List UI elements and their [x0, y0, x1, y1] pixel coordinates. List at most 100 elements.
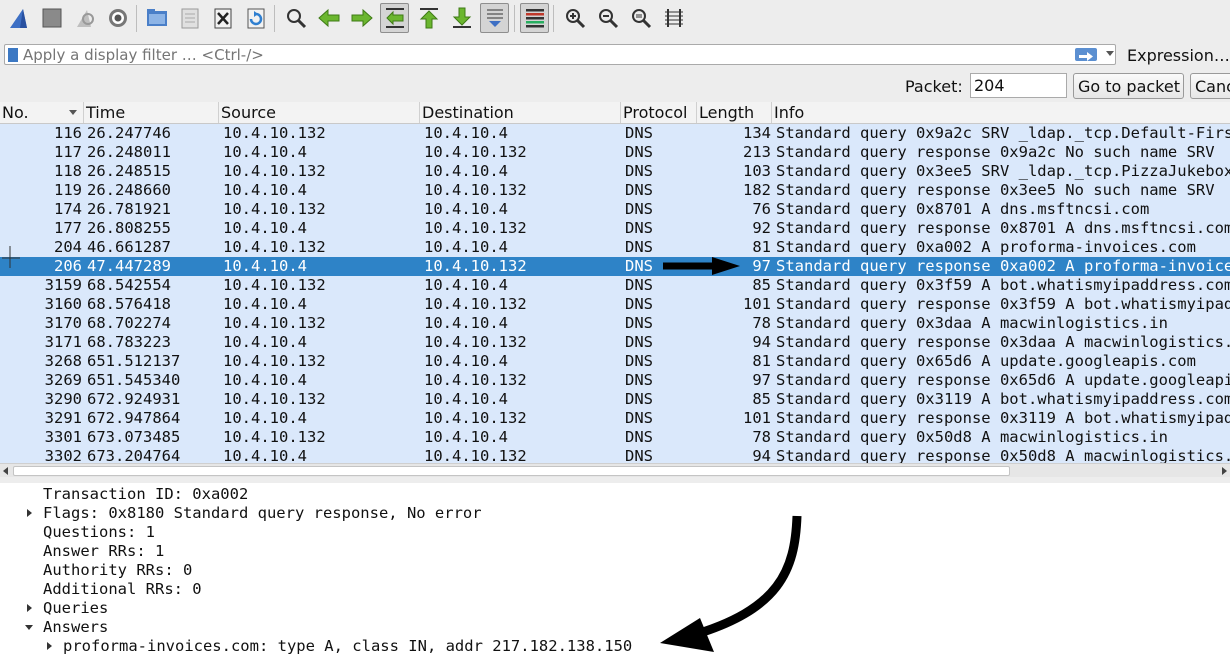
save-file-icon[interactable]: [175, 3, 204, 33]
expression-button[interactable]: Expression…: [1127, 46, 1230, 65]
table-row[interactable]: 116 26.247746 10.4.10.132 10.4.10.4 DNS 134 St…: [0, 124, 1230, 143]
display-filter-input[interactable]: [23, 45, 1073, 64]
normal-size-icon[interactable]: [626, 3, 655, 33]
cell-dst: 10.4.10.132: [424, 219, 527, 237]
cell-info: Standard query response 0x3f59 A bot.wha…: [776, 295, 1230, 313]
cell-no: 3268: [44, 352, 82, 370]
cell-src: 10.4.10.132: [223, 162, 326, 180]
go-to-packet-button[interactable]: Go to packet: [1073, 73, 1184, 99]
cell-proto: DNS: [625, 200, 653, 218]
cell-len: 78: [752, 314, 771, 332]
scrollbar-thumb[interactable]: [13, 466, 1010, 476]
capture-options-icon[interactable]: [103, 3, 132, 33]
table-row[interactable]: 204 46.661287 10.4.10.132 10.4.10.4 DNS 81 Sta…: [0, 238, 1230, 257]
find-packet-icon[interactable]: [281, 3, 310, 33]
detail-tree-item[interactable]: proforma-invoices.com: type A, class IN,…: [63, 637, 632, 656]
cell-no: 3170: [44, 314, 82, 332]
scroll-right-icon[interactable]: [1222, 467, 1227, 475]
cell-src: 10.4.10.132: [223, 276, 326, 294]
expand-right-icon[interactable]: [27, 509, 32, 517]
column-header-time[interactable]: Time: [84, 102, 219, 123]
table-row-selected[interactable]: 206 47.447289 10.4.10.4 10.4.10.132 DNS 97 Sta…: [0, 257, 1230, 276]
cell-info: Standard query response 0x8701 A dns.msf…: [776, 219, 1230, 237]
cell-time: 672.947864: [87, 409, 181, 427]
cell-len: 97: [752, 257, 771, 275]
apply-filter-icon[interactable]: [1075, 48, 1097, 61]
cell-time: 26.248515: [87, 162, 171, 180]
detail-tree-item[interactable]: Answer RRs: 1: [43, 542, 164, 561]
detail-tree-item[interactable]: Additional RRs: 0: [43, 580, 202, 599]
cancel-button[interactable]: Cancel: [1190, 73, 1230, 99]
expand-right-icon[interactable]: [27, 604, 32, 612]
cell-src: 10.4.10.132: [223, 314, 326, 332]
go-back-icon[interactable]: [314, 3, 343, 33]
last-packet-icon[interactable]: [447, 3, 476, 33]
column-header-info[interactable]: Info: [772, 102, 1230, 123]
packet-number-input[interactable]: [970, 73, 1067, 98]
detail-tree-item[interactable]: Transaction ID: 0xa002: [43, 485, 248, 504]
cell-proto: DNS: [625, 409, 653, 427]
expand-down-icon[interactable]: [25, 625, 33, 630]
table-row[interactable]: 3268 651.512137 10.4.10.132 10.4.10.4 DNS 81 S…: [0, 352, 1230, 371]
expand-right-icon[interactable]: [47, 642, 52, 650]
display-filter-field[interactable]: [4, 44, 1116, 65]
filter-history-dropdown-icon[interactable]: [1106, 51, 1114, 56]
cell-src: 10.4.10.132: [223, 200, 326, 218]
zoom-in-icon[interactable]: [560, 3, 589, 33]
go-forward-icon[interactable]: [347, 3, 376, 33]
table-row[interactable]: 3159 68.542554 10.4.10.132 10.4.10.4 DNS 85 St…: [0, 276, 1230, 295]
table-row[interactable]: 3301 673.073485 10.4.10.132 10.4.10.4 DNS 78 S…: [0, 428, 1230, 447]
cell-time: 68.542554: [87, 276, 171, 294]
cell-info: Standard query 0x9a2c SRV _ldap._tcp.Def…: [776, 124, 1230, 142]
column-header-destination[interactable]: Destination: [420, 102, 621, 123]
close-file-icon[interactable]: [208, 3, 237, 33]
cell-len: 101: [743, 409, 771, 427]
first-packet-icon[interactable]: [414, 3, 443, 33]
detail-tree-item[interactable]: Authority RRs: 0: [43, 561, 192, 580]
column-header-protocol[interactable]: Protocol: [621, 102, 697, 123]
cell-proto: DNS: [625, 314, 653, 332]
table-row[interactable]: 3160 68.576418 10.4.10.4 10.4.10.132 DNS 101 S…: [0, 295, 1230, 314]
table-row[interactable]: 3291 672.947864 10.4.10.4 10.4.10.132 DNS 101…: [0, 409, 1230, 428]
table-row[interactable]: 3171 68.783223 10.4.10.4 10.4.10.132 DNS 94 St…: [0, 333, 1230, 352]
cell-len: 85: [752, 276, 771, 294]
cell-info: Standard query 0x3119 A bot.whatismyipad…: [776, 390, 1230, 408]
table-row[interactable]: 3170 68.702274 10.4.10.132 10.4.10.4 DNS 78 St…: [0, 314, 1230, 333]
zoom-out-icon[interactable]: [593, 3, 622, 33]
cell-no: 177: [54, 219, 82, 237]
cell-len: 94: [752, 333, 771, 351]
cell-src: 10.4.10.4: [223, 333, 307, 351]
scroll-left-icon[interactable]: [3, 467, 8, 475]
table-row[interactable]: 174 26.781921 10.4.10.132 10.4.10.4 DNS 76 Sta…: [0, 200, 1230, 219]
bookmark-icon[interactable]: [8, 48, 18, 62]
auto-scroll-icon[interactable]: [480, 3, 509, 33]
resize-columns-icon[interactable]: [659, 3, 688, 33]
table-row[interactable]: 117 26.248011 10.4.10.4 10.4.10.132 DNS 213 St…: [0, 143, 1230, 162]
cell-info: Standard query response 0x3daa A macwinl…: [776, 333, 1230, 351]
detail-tree-item[interactable]: Flags: 0x8180 Standard query response, N…: [43, 504, 482, 523]
open-file-icon[interactable]: [142, 3, 171, 33]
cell-proto: DNS: [625, 143, 653, 161]
detail-tree-item[interactable]: Answers: [43, 618, 108, 637]
detail-tree-item[interactable]: Questions: 1: [43, 523, 155, 542]
column-header-source[interactable]: Source: [219, 102, 420, 123]
column-header-length[interactable]: Length: [697, 102, 772, 123]
restart-capture-icon[interactable]: [70, 3, 99, 33]
horizontal-scrollbar[interactable]: [0, 463, 1230, 477]
table-row[interactable]: 119 26.248660 10.4.10.4 10.4.10.132 DNS 182 St…: [0, 181, 1230, 200]
detail-tree-item[interactable]: Queries: [43, 599, 108, 618]
colorize-icon[interactable]: [520, 3, 549, 33]
column-header-label: No.: [2, 103, 29, 122]
stop-capture-icon[interactable]: [37, 3, 66, 33]
start-capture-icon[interactable]: [4, 3, 33, 33]
cell-no: 117: [54, 143, 82, 161]
column-header-no[interactable]: No.: [0, 102, 84, 123]
table-row[interactable]: 3269 651.545340 10.4.10.4 10.4.10.132 DNS 97 S…: [0, 371, 1230, 390]
table-row[interactable]: 177 26.808255 10.4.10.4 10.4.10.132 DNS 92 Sta…: [0, 219, 1230, 238]
go-to-packet-icon[interactable]: [380, 3, 409, 33]
cell-time: 68.702274: [87, 314, 171, 332]
reload-file-icon[interactable]: [241, 3, 270, 33]
sort-descending-icon: [69, 110, 77, 115]
table-row[interactable]: 118 26.248515 10.4.10.132 10.4.10.4 DNS 103 St…: [0, 162, 1230, 181]
table-row[interactable]: 3290 672.924931 10.4.10.132 10.4.10.4 DNS 85 S…: [0, 390, 1230, 409]
